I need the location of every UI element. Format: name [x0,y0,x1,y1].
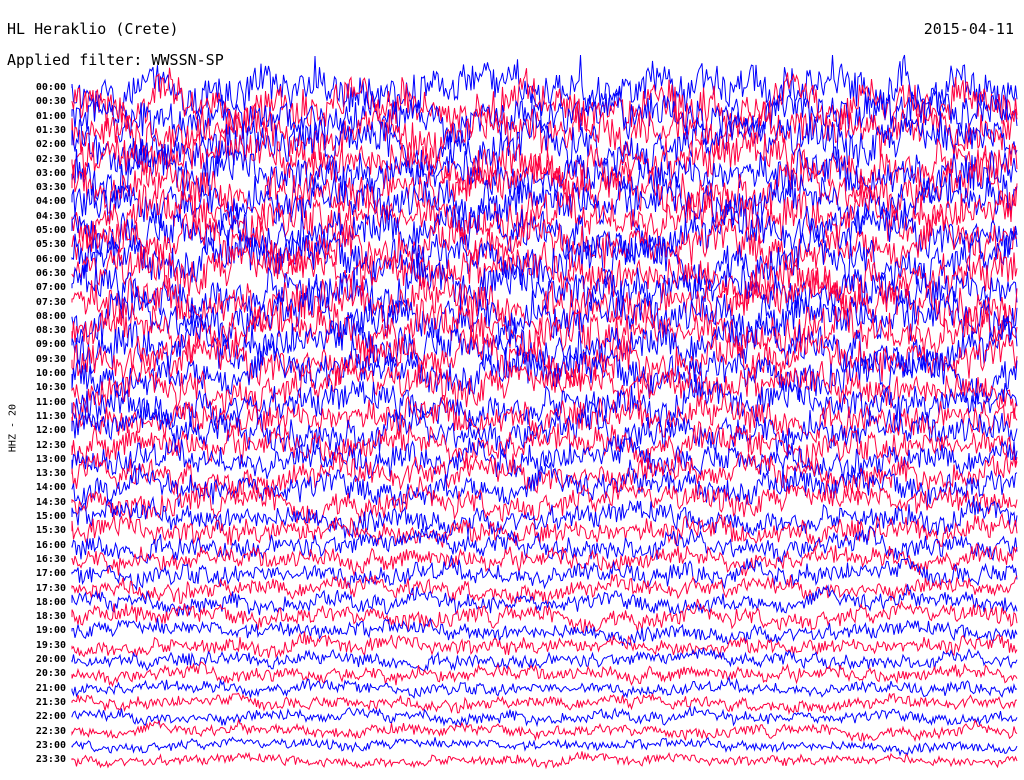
trace-2230 [71,718,1018,743]
trace-1900 [71,617,1018,647]
trace-1630 [71,543,1018,577]
trace-2200 [71,705,1018,728]
trace-2030 [71,661,1018,688]
trace-2100 [71,675,1018,699]
trace-0730 [71,267,1018,336]
seismogram-plot [71,54,1018,770]
trace-1400 [71,459,1018,509]
trace-0030 [71,67,1018,140]
trace-2130 [71,692,1018,716]
trace-2330 [71,751,1018,770]
